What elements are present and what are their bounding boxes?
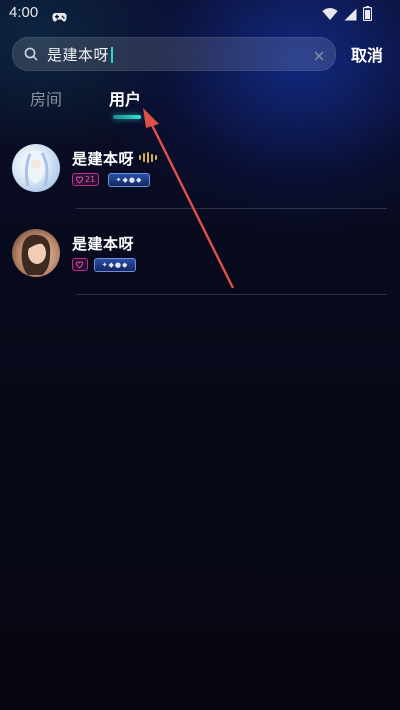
annotation-arrow-icon bbox=[143, 108, 235, 289]
